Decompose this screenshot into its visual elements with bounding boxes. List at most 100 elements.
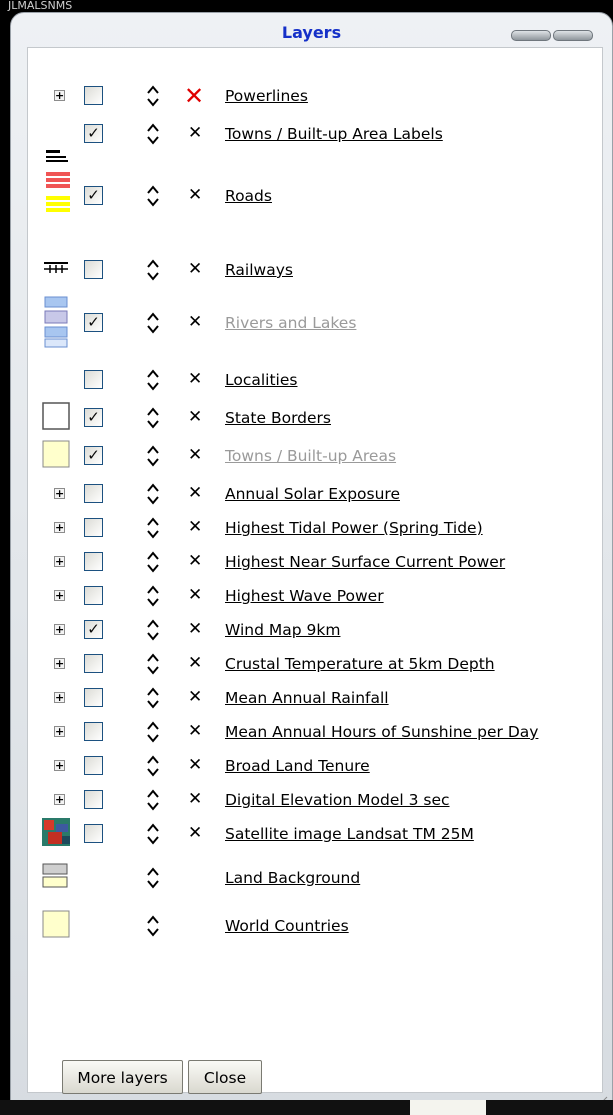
reorder-arrows-icon[interactable] <box>147 653 159 675</box>
minimize-button[interactable] <box>511 30 551 41</box>
layer-label[interactable]: Digital Elevation Model 3 sec <box>225 790 450 810</box>
layer-label[interactable]: Broad Land Tenure <box>225 756 370 776</box>
expand-icon[interactable]: + <box>54 522 65 533</box>
remove-layer-icon[interactable]: ✕ <box>184 84 204 108</box>
remove-layer-icon[interactable]: ✕ <box>188 653 202 673</box>
layer-checkbox[interactable] <box>84 586 103 605</box>
more-layers-button[interactable]: More layers <box>62 1060 183 1094</box>
reorder-arrows-icon[interactable] <box>147 867 159 889</box>
remove-layer-icon[interactable]: ✕ <box>188 407 202 427</box>
expand-icon[interactable]: + <box>54 658 65 669</box>
layer-checkbox[interactable] <box>84 484 103 503</box>
layer-checkbox[interactable] <box>84 86 103 105</box>
remove-layer-icon[interactable]: ✕ <box>188 823 202 843</box>
layer-label[interactable]: Towns / Built-up Areas <box>225 446 396 466</box>
expand-icon[interactable]: + <box>54 556 65 567</box>
layer-checkbox[interactable] <box>84 688 103 707</box>
reorder-arrows-icon[interactable] <box>147 721 159 743</box>
layer-label[interactable]: Crustal Temperature at 5km Depth <box>225 654 495 674</box>
expand-icon[interactable]: + <box>54 794 65 805</box>
layer-label[interactable]: Localities <box>225 370 297 390</box>
reorder-arrows-icon[interactable] <box>147 517 159 539</box>
layer-checkbox[interactable]: ✓ <box>84 620 103 639</box>
layer-label[interactable]: Land Background <box>225 868 360 888</box>
remove-layer-icon[interactable]: ✕ <box>188 721 202 741</box>
layer-label[interactable]: Railways <box>225 260 293 280</box>
reorder-arrows-icon[interactable] <box>147 259 159 281</box>
layer-label[interactable]: Towns / Built-up Area Labels <box>225 124 443 144</box>
layer-row-tenure: + ✕ Broad Land Tenure <box>28 754 604 778</box>
layer-label[interactable]: Annual Solar Exposure <box>225 484 400 504</box>
reorder-arrows-icon[interactable] <box>147 585 159 607</box>
layer-label[interactable]: Highest Near Surface Current Power <box>225 552 505 572</box>
reorder-arrows-icon[interactable] <box>147 85 159 107</box>
remove-layer-icon[interactable]: ✕ <box>188 312 202 332</box>
expand-icon[interactable]: + <box>54 488 65 499</box>
reorder-arrows-icon[interactable] <box>147 823 159 845</box>
layer-checkbox[interactable] <box>84 654 103 673</box>
layer-label[interactable]: World Countries <box>225 916 349 936</box>
remove-layer-icon[interactable]: ✕ <box>188 687 202 707</box>
layer-checkbox[interactable] <box>84 722 103 741</box>
title-bar[interactable]: Layers <box>11 13 612 47</box>
remove-layer-icon[interactable]: ✕ <box>188 369 202 389</box>
layer-checkbox[interactable]: ✓ <box>84 408 103 427</box>
layer-row-crustal: + ✕ Crustal Temperature at 5km Depth <box>28 652 604 676</box>
layer-row-rivers: ✓ ✕ Rivers and Lakes <box>28 296 604 348</box>
layer-label[interactable]: Satellite image Landsat TM 25M <box>225 824 474 844</box>
reorder-arrows-icon[interactable] <box>147 755 159 777</box>
expand-icon[interactable]: + <box>54 624 65 635</box>
layer-checkbox[interactable] <box>84 824 103 843</box>
expand-icon[interactable]: + <box>54 90 65 101</box>
remove-layer-icon[interactable]: ✕ <box>188 185 202 205</box>
maximize-button[interactable] <box>553 30 593 41</box>
reorder-arrows-icon[interactable] <box>147 551 159 573</box>
layer-label[interactable]: State Borders <box>225 408 331 428</box>
close-button[interactable]: Close <box>188 1060 262 1094</box>
layer-checkbox[interactable]: ✓ <box>84 186 103 205</box>
layer-checkbox[interactable] <box>84 790 103 809</box>
layer-checkbox[interactable]: ✓ <box>84 313 103 332</box>
layer-label[interactable]: Highest Wave Power <box>225 586 384 606</box>
remove-layer-icon[interactable]: ✕ <box>188 789 202 809</box>
reorder-arrows-icon[interactable] <box>147 687 159 709</box>
layer-label[interactable]: Highest Tidal Power (Spring Tide) <box>225 518 483 538</box>
layer-checkbox[interactable] <box>84 260 103 279</box>
remove-layer-icon[interactable]: ✕ <box>188 445 202 465</box>
layer-label[interactable]: Powerlines <box>225 86 308 106</box>
layer-checkbox[interactable] <box>84 370 103 389</box>
expand-icon[interactable]: + <box>54 760 65 771</box>
remove-layer-icon[interactable]: ✕ <box>188 123 202 143</box>
reorder-arrows-icon[interactable] <box>147 369 159 391</box>
remove-layer-icon[interactable]: ✕ <box>188 517 202 537</box>
reorder-arrows-icon[interactable] <box>147 915 159 937</box>
remove-layer-icon[interactable]: ✕ <box>188 585 202 605</box>
remove-layer-icon[interactable]: ✕ <box>188 259 202 279</box>
reorder-arrows-icon[interactable] <box>147 483 159 505</box>
layer-checkbox[interactable] <box>84 756 103 775</box>
layer-label[interactable]: Mean Annual Hours of Sunshine per Day <box>225 722 538 742</box>
layer-checkbox[interactable]: ✓ <box>84 124 103 143</box>
reorder-arrows-icon[interactable] <box>147 312 159 334</box>
layer-label[interactable]: Wind Map 9km <box>225 620 340 640</box>
layer-label[interactable]: Mean Annual Rainfall <box>225 688 389 708</box>
reorder-arrows-icon[interactable] <box>147 407 159 429</box>
remove-layer-icon[interactable]: ✕ <box>188 551 202 571</box>
reorder-arrows-icon[interactable] <box>147 789 159 811</box>
layer-checkbox[interactable] <box>84 518 103 537</box>
expand-icon[interactable]: + <box>54 590 65 601</box>
remove-layer-icon[interactable]: ✕ <box>188 483 202 503</box>
remove-layer-icon[interactable]: ✕ <box>188 619 202 639</box>
layer-label[interactable]: Roads <box>225 186 272 206</box>
railway-legend-icon <box>42 260 70 280</box>
layer-label[interactable]: Rivers and Lakes <box>225 313 356 333</box>
layer-checkbox[interactable] <box>84 552 103 571</box>
reorder-arrows-icon[interactable] <box>147 445 159 467</box>
remove-layer-icon[interactable]: ✕ <box>188 755 202 775</box>
reorder-arrows-icon[interactable] <box>147 123 159 145</box>
layer-checkbox[interactable]: ✓ <box>84 446 103 465</box>
expand-icon[interactable]: + <box>54 692 65 703</box>
expand-icon[interactable]: + <box>54 726 65 737</box>
reorder-arrows-icon[interactable] <box>147 619 159 641</box>
reorder-arrows-icon[interactable] <box>147 185 159 207</box>
